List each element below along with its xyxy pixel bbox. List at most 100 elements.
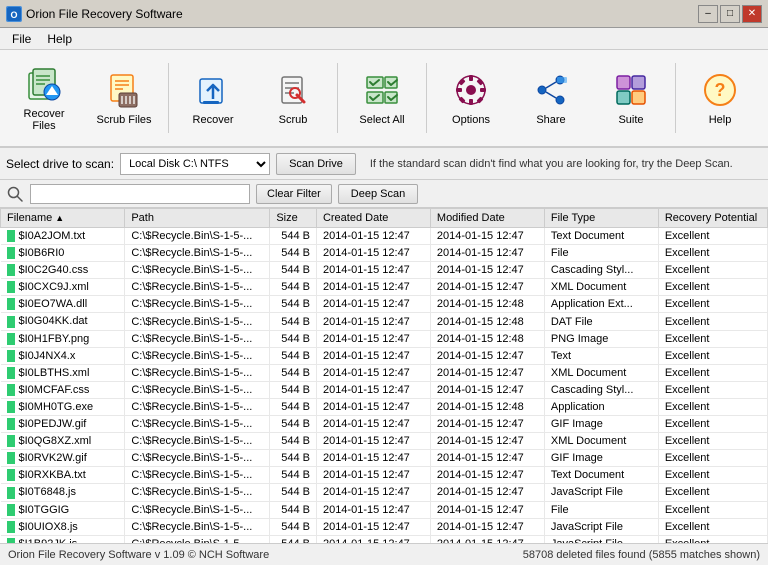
toolbar-separator-2 bbox=[337, 63, 338, 133]
table-row[interactable]: $I0PEDJW.gifC:\$Recycle.Bin\S-1-5-...544… bbox=[1, 416, 768, 433]
status-right: 58708 deleted files found (5855 matches … bbox=[523, 549, 760, 561]
menu-help[interactable]: Help bbox=[39, 30, 80, 48]
toolbar: Recover Files Scrub Files bbox=[0, 50, 768, 148]
recover-files-button[interactable]: Recover Files bbox=[6, 58, 82, 138]
table-row[interactable]: $I0G04KK.datC:\$Recycle.Bin\S-1-5-...544… bbox=[1, 313, 768, 330]
col-header-size[interactable]: Size bbox=[270, 209, 317, 228]
clear-filter-button[interactable]: Clear Filter bbox=[256, 184, 332, 204]
table-row[interactable]: $I0MH0TG.exeC:\$Recycle.Bin\S-1-5-...544… bbox=[1, 398, 768, 415]
scrub-files-icon bbox=[104, 70, 144, 110]
file-created: 2014-01-15 12:47 bbox=[316, 484, 430, 501]
table-row[interactable]: $I0H1FBY.pngC:\$Recycle.Bin\S-1-5-...544… bbox=[1, 330, 768, 347]
file-potential: Excellent bbox=[658, 347, 767, 364]
help-button[interactable]: ? Help bbox=[682, 58, 758, 138]
file-potential: Excellent bbox=[658, 467, 767, 484]
file-table-container[interactable]: Filename ▲ Path Size Created Date Modifi… bbox=[0, 208, 768, 543]
file-path: C:\$Recycle.Bin\S-1-5-... bbox=[125, 518, 270, 535]
drive-select[interactable]: Local Disk C:\ NTFS bbox=[120, 153, 270, 175]
scan-drive-button[interactable]: Scan Drive bbox=[276, 153, 356, 175]
suite-button[interactable]: Suite bbox=[593, 58, 669, 138]
col-header-type[interactable]: File Type bbox=[544, 209, 658, 228]
deep-scan-button[interactable]: Deep Scan bbox=[338, 184, 418, 204]
table-row[interactable]: $I0RXKBA.txtC:\$Recycle.Bin\S-1-5-...544… bbox=[1, 467, 768, 484]
file-path: C:\$Recycle.Bin\S-1-5-... bbox=[125, 279, 270, 296]
close-button[interactable]: ✕ bbox=[742, 5, 762, 23]
scrub-files-button[interactable]: Scrub Files bbox=[86, 58, 162, 138]
col-header-path[interactable]: Path bbox=[125, 209, 270, 228]
file-created: 2014-01-15 12:47 bbox=[316, 381, 430, 398]
select-all-button[interactable]: Select All bbox=[344, 58, 420, 138]
file-created: 2014-01-15 12:47 bbox=[316, 262, 430, 279]
file-created: 2014-01-15 12:47 bbox=[316, 364, 430, 381]
file-modified: 2014-01-15 12:48 bbox=[430, 398, 544, 415]
table-row[interactable]: $I0C2G40.cssC:\$Recycle.Bin\S-1-5-...544… bbox=[1, 262, 768, 279]
file-path: C:\$Recycle.Bin\S-1-5-... bbox=[125, 313, 270, 330]
file-type: File bbox=[544, 501, 658, 518]
file-potential: Excellent bbox=[658, 381, 767, 398]
file-type: Text Document bbox=[544, 228, 658, 245]
file-size: 544 B bbox=[270, 364, 317, 381]
file-name: $I0MCFAF.css bbox=[19, 384, 90, 396]
file-potential: Excellent bbox=[658, 433, 767, 450]
file-path: C:\$Recycle.Bin\S-1-5-... bbox=[125, 330, 270, 347]
share-icon bbox=[531, 70, 571, 110]
share-button[interactable]: Share bbox=[513, 58, 589, 138]
table-row[interactable]: $I0QG8XZ.xmlC:\$Recycle.Bin\S-1-5-...544… bbox=[1, 433, 768, 450]
file-size: 544 B bbox=[270, 313, 317, 330]
help-icon: ? bbox=[700, 70, 740, 110]
table-row[interactable]: $I0A2JOM.txtC:\$Recycle.Bin\S-1-5-...544… bbox=[1, 228, 768, 245]
table-row[interactable]: $I0UIOX8.jsC:\$Recycle.Bin\S-1-5-...544 … bbox=[1, 518, 768, 535]
title-bar-left: O Orion File Recovery Software bbox=[6, 6, 183, 22]
filter-input[interactable] bbox=[30, 184, 250, 204]
col-header-modified[interactable]: Modified Date bbox=[430, 209, 544, 228]
minimize-button[interactable]: – bbox=[698, 5, 718, 23]
file-path: C:\$Recycle.Bin\S-1-5-... bbox=[125, 501, 270, 518]
table-row[interactable]: $I0RVK2W.gifC:\$Recycle.Bin\S-1-5-...544… bbox=[1, 450, 768, 467]
table-row[interactable]: $I0T6848.jsC:\$Recycle.Bin\S-1-5-...544 … bbox=[1, 484, 768, 501]
table-row[interactable]: $I0B6RI0C:\$Recycle.Bin\S-1-5-...544 B20… bbox=[1, 245, 768, 262]
table-row[interactable]: $I0J4NX4.xC:\$Recycle.Bin\S-1-5-...544 B… bbox=[1, 347, 768, 364]
file-path: C:\$Recycle.Bin\S-1-5-... bbox=[125, 433, 270, 450]
table-row[interactable]: $I1B92JK.jsC:\$Recycle.Bin\S-1-5-...544 … bbox=[1, 535, 768, 543]
table-row[interactable]: $I0MCFAF.cssC:\$Recycle.Bin\S-1-5-...544… bbox=[1, 381, 768, 398]
file-modified: 2014-01-15 12:47 bbox=[430, 364, 544, 381]
file-path: C:\$Recycle.Bin\S-1-5-... bbox=[125, 398, 270, 415]
recover-button[interactable]: Recover bbox=[175, 58, 251, 138]
file-indicator bbox=[7, 418, 15, 430]
file-path: C:\$Recycle.Bin\S-1-5-... bbox=[125, 535, 270, 543]
recover-icon bbox=[193, 70, 233, 110]
table-row[interactable]: $I0EO7WA.dllC:\$Recycle.Bin\S-1-5-...544… bbox=[1, 296, 768, 313]
file-indicator bbox=[7, 521, 15, 533]
scrub-files-label: Scrub Files bbox=[96, 114, 151, 126]
file-size: 544 B bbox=[270, 228, 317, 245]
file-path: C:\$Recycle.Bin\S-1-5-... bbox=[125, 484, 270, 501]
table-row[interactable]: $I0CXC9J.xmlC:\$Recycle.Bin\S-1-5-...544… bbox=[1, 279, 768, 296]
file-potential: Excellent bbox=[658, 518, 767, 535]
file-indicator bbox=[7, 538, 15, 543]
table-row[interactable]: $I0LBTHS.xmlC:\$Recycle.Bin\S-1-5-...544… bbox=[1, 364, 768, 381]
file-path: C:\$Recycle.Bin\S-1-5-... bbox=[125, 364, 270, 381]
table-header: Filename ▲ Path Size Created Date Modifi… bbox=[1, 209, 768, 228]
menu-file[interactable]: File bbox=[4, 30, 39, 48]
suite-icon bbox=[611, 70, 651, 110]
recover-files-icon bbox=[24, 64, 64, 104]
col-header-filename[interactable]: Filename ▲ bbox=[1, 209, 125, 228]
file-type: PNG Image bbox=[544, 330, 658, 347]
file-name: $I0B6RI0 bbox=[19, 247, 65, 259]
file-modified: 2014-01-15 12:47 bbox=[430, 416, 544, 433]
table-row[interactable]: $I0TGGIGC:\$Recycle.Bin\S-1-5-...544 B20… bbox=[1, 501, 768, 518]
file-modified: 2014-01-15 12:47 bbox=[430, 467, 544, 484]
file-size: 544 B bbox=[270, 296, 317, 313]
maximize-button[interactable]: □ bbox=[720, 5, 740, 23]
status-left: Orion File Recovery Software v 1.09 © NC… bbox=[8, 549, 269, 561]
scrub-button[interactable]: Scrub bbox=[255, 58, 331, 138]
col-header-potential[interactable]: Recovery Potential bbox=[658, 209, 767, 228]
file-indicator bbox=[7, 384, 15, 396]
share-label: Share bbox=[536, 114, 565, 126]
options-button[interactable]: Options bbox=[433, 58, 509, 138]
file-size: 544 B bbox=[270, 416, 317, 433]
file-potential: Excellent bbox=[658, 398, 767, 415]
file-name: $I0MH0TG.exe bbox=[19, 401, 94, 413]
col-header-created[interactable]: Created Date bbox=[316, 209, 430, 228]
file-modified: 2014-01-15 12:47 bbox=[430, 245, 544, 262]
